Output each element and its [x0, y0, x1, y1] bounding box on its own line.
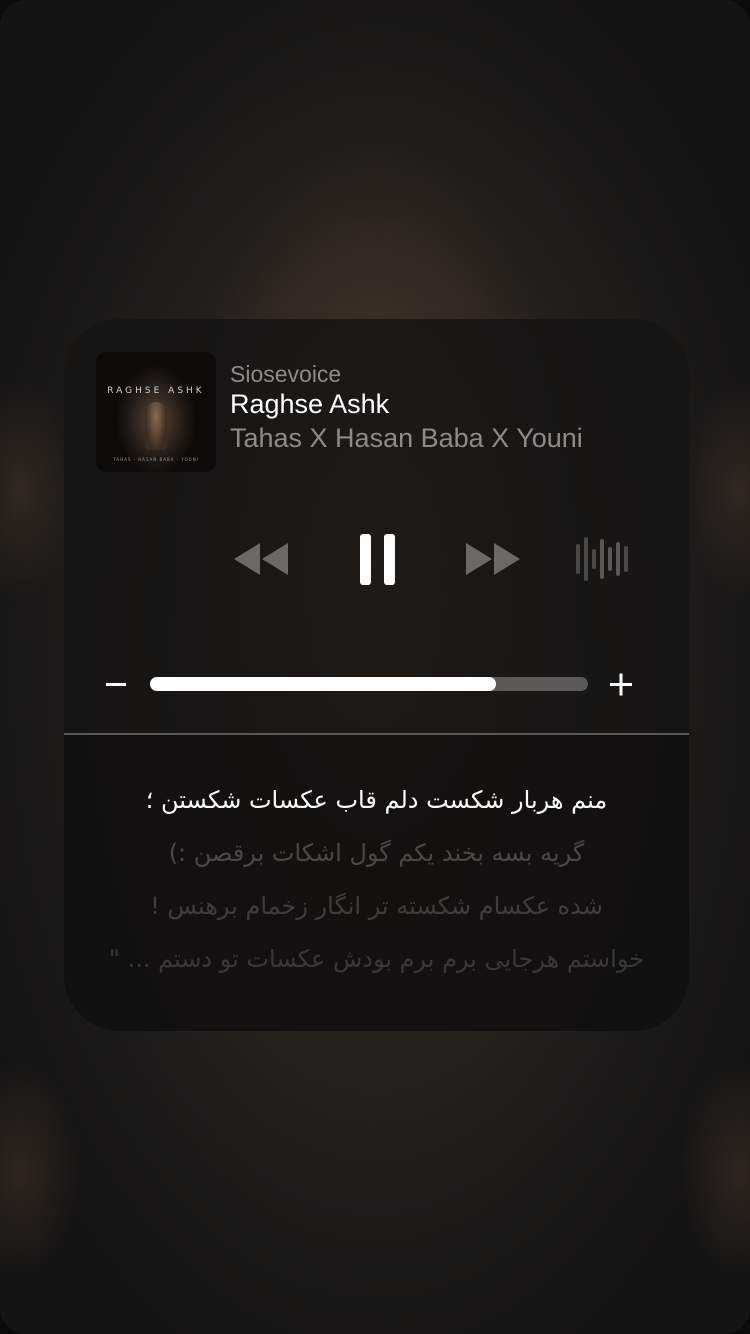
- track-artist: Tahas X Hasan Baba X Youni: [230, 423, 583, 453]
- audio-output-button[interactable]: [574, 529, 634, 589]
- lyrics-list: منم هربار شکست دلم قاب عکسات شکستن ؛ گری…: [64, 774, 689, 986]
- background-glow-bottom-right: [680, 1060, 750, 1280]
- section-divider: [64, 733, 689, 735]
- volume-up-button[interactable]: [608, 669, 634, 699]
- volume-down-button[interactable]: [104, 669, 128, 699]
- fast-forward-button[interactable]: [464, 529, 524, 589]
- plus-icon: [610, 673, 632, 696]
- rewind-button[interactable]: [230, 529, 290, 589]
- artwork-title: RAGHSE ASHK: [107, 386, 205, 396]
- lyric-line-current[interactable]: منم هربار شکست دلم قاب عکسات شکستن ؛: [64, 774, 689, 827]
- volume-slider-fill: [150, 677, 497, 691]
- waveform-icon: [574, 529, 634, 589]
- fast-forward-icon: [464, 529, 524, 589]
- lyric-line[interactable]: گریه بسه بخند یکم گول اشکات برقصن :): [64, 827, 689, 880]
- volume-slider[interactable]: [150, 677, 588, 691]
- background-glow-right: [680, 380, 750, 600]
- lyric-line[interactable]: شده عکسام شکسته تر انگار زخمام برهنس !: [64, 880, 689, 933]
- artwork-caption: TAHAS · HASAN BABA · YOUNI: [113, 457, 199, 462]
- pause-icon: [360, 529, 396, 589]
- album-artwork[interactable]: RAGHSE ASHK TAHAS · HASAN BABA · YOUNI: [96, 352, 216, 472]
- lock-screen-background: RAGHSE ASHK TAHAS · HASAN BABA · YOUNI S…: [0, 0, 750, 1334]
- now-playing-card: RAGHSE ASHK TAHAS · HASAN BABA · YOUNI S…: [64, 319, 689, 1031]
- source-app-label: Siosevoice: [230, 361, 342, 387]
- pause-button[interactable]: [360, 529, 396, 589]
- lyric-line[interactable]: خواستم هرجایی برم برم بودش عکسات تو دستم…: [64, 933, 689, 986]
- background-glow-bottom-left: [0, 1060, 80, 1280]
- rewind-icon: [230, 529, 290, 589]
- track-title: Raghse Ashk: [230, 389, 390, 419]
- minus-icon: [106, 683, 126, 686]
- artwork-figure: [145, 402, 167, 450]
